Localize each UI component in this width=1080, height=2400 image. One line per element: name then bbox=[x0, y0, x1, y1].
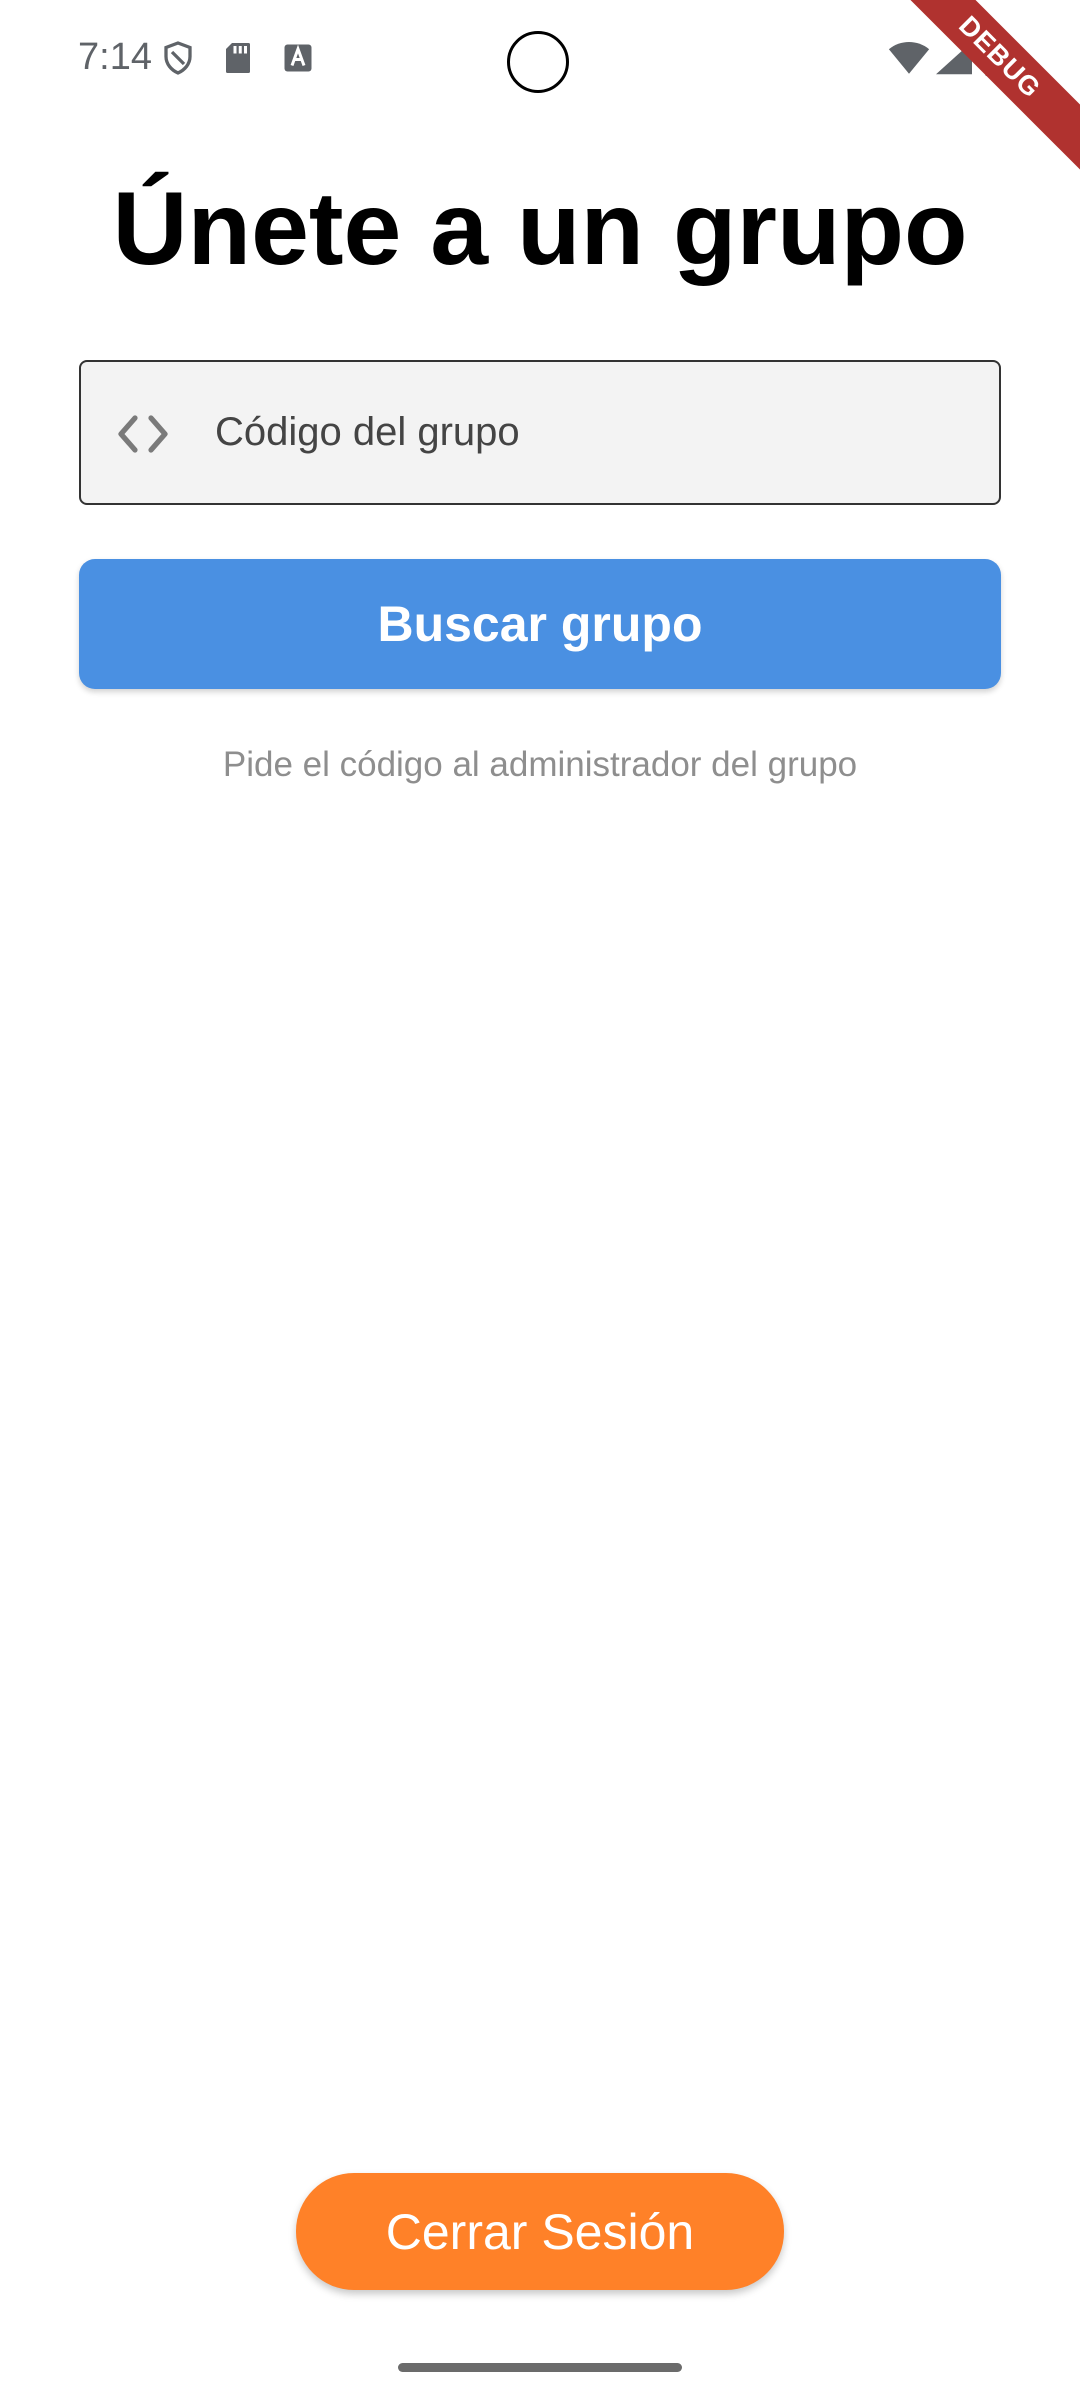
status-time: 7:14 bbox=[78, 36, 152, 78]
logout-button[interactable]: Cerrar Sesión bbox=[296, 2173, 784, 2290]
hint-text: Pide el código al administrador del grup… bbox=[222, 745, 858, 784]
search-group-button[interactable]: Buscar grupo bbox=[79, 559, 1001, 689]
shield-icon bbox=[160, 40, 196, 76]
group-code-field[interactable] bbox=[79, 360, 1001, 505]
keyboard-a-icon bbox=[280, 40, 316, 76]
status-bar: 7:14 bbox=[0, 0, 1080, 120]
sd-card-icon bbox=[220, 40, 256, 76]
page-title: Únete a un grupo bbox=[112, 171, 968, 287]
group-code-input[interactable] bbox=[215, 362, 975, 503]
gesture-nav-handle[interactable] bbox=[398, 2363, 682, 2372]
code-icon bbox=[115, 408, 171, 460]
wifi-icon bbox=[888, 40, 930, 76]
screen: 7:14 DEBUG Únete a un grupo Código del g… bbox=[0, 0, 1080, 2400]
camera-cutout bbox=[507, 31, 569, 93]
